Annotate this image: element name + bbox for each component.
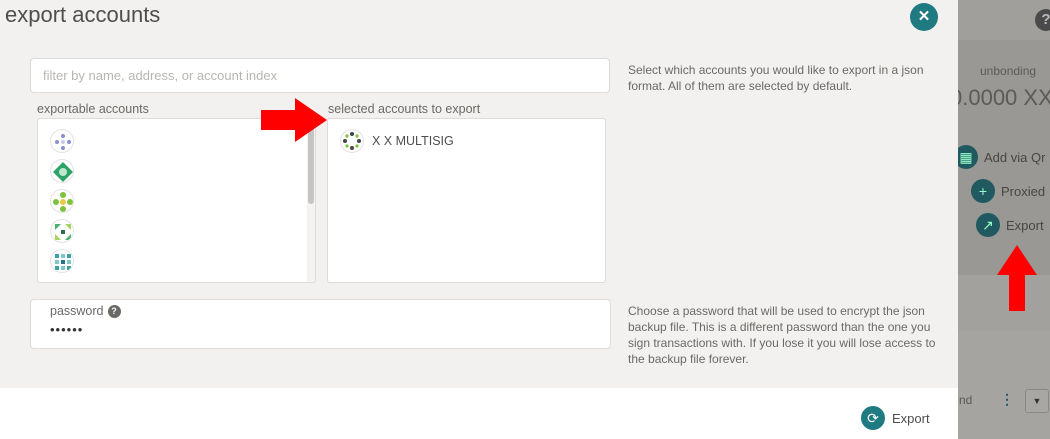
background-panel-3 — [958, 330, 1050, 439]
exportable-accounts-list[interactable] — [37, 118, 316, 283]
account-identicon[interactable] — [50, 189, 74, 213]
password-label: password ? — [50, 304, 121, 318]
unbonding-balance: 0.0000 XX — [950, 85, 1050, 110]
selected-account-name: X X MULTISIG — [372, 134, 454, 148]
share-icon: ↗ — [976, 213, 1000, 237]
account-identicon[interactable] — [50, 159, 74, 183]
account-identicon[interactable] — [50, 129, 74, 153]
background-row-text: nd — [959, 393, 973, 407]
add-via-qr-button: ▦ Add via Qr — [954, 145, 1045, 169]
question-icon[interactable]: ? — [107, 304, 121, 318]
refresh-icon: ⟳ — [861, 406, 885, 430]
unbonding-label: unbonding — [980, 64, 1037, 78]
close-button[interactable]: ✕ — [910, 3, 938, 31]
close-icon: ✕ — [917, 8, 931, 25]
background-export-button: ↗ Export — [976, 213, 1044, 237]
password-help-text: Choose a password that will be used to e… — [628, 304, 936, 366]
modal-title: export accounts — [5, 2, 161, 27]
selected-accounts-label: selected accounts to export — [328, 102, 481, 116]
red-arrow-up-annotation — [997, 245, 1037, 311]
proxied-button: + Proxied — [971, 179, 1045, 203]
plus-icon: + — [971, 179, 995, 203]
export-accounts-modal: export accounts ✕ Select which accounts … — [0, 0, 958, 439]
selected-accounts-list[interactable]: X X MULTISIG — [327, 118, 606, 283]
red-arrow-right-annotation — [261, 98, 327, 142]
account-identicon — [340, 129, 364, 153]
help-icon: ? — [1035, 9, 1050, 31]
filter-help-text: Select which accounts you would like to … — [628, 63, 924, 93]
password-value[interactable]: •••••• — [50, 322, 83, 337]
selected-account-item[interactable]: X X MULTISIG — [340, 129, 454, 153]
account-identicon[interactable] — [50, 219, 74, 243]
export-button[interactable]: ⟳ Export — [861, 406, 930, 430]
filter-input[interactable] — [30, 58, 610, 93]
exportable-accounts-label: exportable accounts — [37, 102, 149, 116]
password-field[interactable]: password ? •••••• — [30, 299, 611, 349]
list-scrollbar[interactable] — [307, 119, 315, 282]
chevron-down-icon: ▼ — [1025, 389, 1049, 413]
account-identicon[interactable] — [50, 249, 74, 273]
kebab-menu-icon: ⋮ — [1000, 391, 1014, 407]
